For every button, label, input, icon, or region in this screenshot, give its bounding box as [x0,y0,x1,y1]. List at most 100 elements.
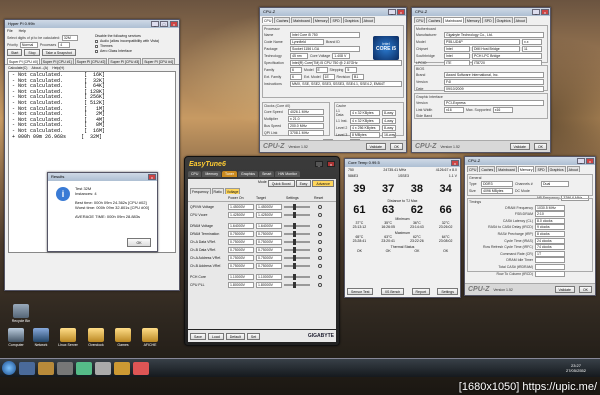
load-button[interactable]: Load [207,332,224,340]
tab-cpu2[interactable]: Super PI [CPU #2] [74,58,108,64]
menu-about[interactable]: About...(A) [31,66,48,70]
close-button[interactable]: x [327,161,335,167]
settings-slider[interactable] [284,204,310,210]
report-button[interactable]: Report [411,288,431,295]
menu-calculate[interactable]: Calculate(C) [8,66,27,70]
title-bar[interactable]: CPU-Z _ x [412,8,550,16]
media-player-icon[interactable] [57,361,73,375]
save-button[interactable]: Save [190,332,206,340]
menu-help[interactable]: Help [19,29,26,33]
target-value[interactable]: 0.75000V [256,247,282,253]
ie-icon[interactable] [19,361,35,375]
title-bar[interactable]: Core Temp 0.99.5 x [345,159,460,167]
settings-slider[interactable] [284,231,310,237]
slider-thumb[interactable] [293,263,296,269]
close-button[interactable]: x [397,9,405,15]
tab-graphics[interactable]: Graphics [547,166,566,172]
slider-thumb[interactable] [293,231,296,237]
minimize-button[interactable]: _ [151,21,159,27]
tab-caches[interactable]: Caches [479,166,496,172]
reset-radio[interactable] [318,283,322,287]
target-value[interactable]: 0.75000V [256,255,282,261]
reset-radio[interactable] [318,205,322,209]
aero-checkbox[interactable] [95,49,98,53]
reset-radio[interactable] [318,256,322,260]
tab-hw-monitor[interactable]: HW Monitor [275,171,300,177]
sensor-test-button[interactable]: Sensor Test [347,288,374,295]
close-button[interactable]: x [541,9,549,15]
coretemp-task-icon[interactable] [133,361,149,375]
settings-slider[interactable] [284,274,310,280]
target-value[interactable]: 1.10000V [256,274,282,280]
reset-radio[interactable] [318,232,322,236]
menu-file[interactable]: File [7,29,13,33]
priority-select[interactable]: Normal [19,42,38,48]
ok-button[interactable]: OK [389,143,403,150]
easytune-window[interactable]: EasyTune6 _ x CPU Memory Tuner Graphics Smart H… [184,156,340,346]
tab-caches[interactable]: Caches [426,17,443,23]
minimize-button[interactable]: _ [388,9,396,15]
tab-smart[interactable]: Smart [259,171,275,177]
reset-radio[interactable] [318,213,322,217]
tab-cpu1[interactable]: Super PI [CPU #1] [40,58,74,64]
tab-cpu[interactable]: CPU [414,17,426,23]
results-dialog[interactable]: Results x i Test 32M Instances: 4 Best ti… [47,172,158,252]
audio-checkbox[interactable] [95,39,98,43]
xs-bench-button[interactable]: XS Bench [380,288,405,295]
tab-memory[interactable]: Memory [464,17,482,23]
coretemp-window[interactable]: Core Temp 0.99.5 x 750 24735.41 MHz 4126.67… [344,158,461,298]
tab-ratio[interactable]: Ratio [211,188,224,194]
tab-spd[interactable]: SPD [482,17,494,23]
target-value[interactable]: 1.45000V [256,204,282,210]
minimize-button[interactable]: _ [315,161,323,167]
stop-button[interactable]: Stop [24,49,40,56]
hyperpi-task-icon[interactable] [76,361,92,375]
target-value[interactable]: 0.75000V [256,263,282,269]
target-value[interactable]: 0.75000V [256,231,282,237]
tab-cpu[interactable]: CPU [262,17,274,23]
settings-slider[interactable] [284,263,310,269]
settings-slider[interactable] [284,212,310,218]
target-value[interactable]: 1.42500V [256,212,282,218]
tab-graphics[interactable]: Graphics [238,171,259,177]
cpuz-task-icon[interactable] [95,361,111,375]
tab-graphics[interactable]: Graphics [342,17,361,23]
explorer-icon[interactable] [38,361,54,375]
tab-caches[interactable]: Caches [274,17,291,23]
target-value[interactable]: 0.75000V [256,239,282,245]
close-button[interactable]: x [451,160,459,166]
default-button[interactable]: Default [225,332,245,340]
quick-boost-button[interactable]: Quick Boost [267,180,295,187]
clock[interactable]: 23:27 27/05/2552 [566,363,600,373]
settings-slider[interactable] [284,247,310,253]
cpuz-cpu-window[interactable]: CPU-Z _ x CPU Caches Mainboard Memory SPD Graph… [259,7,407,153]
tab-voltage[interactable]: Voltage [224,188,241,194]
set-button[interactable]: Set [246,332,261,340]
close-button[interactable]: x [148,174,156,180]
validate-button[interactable]: Validate [509,143,530,150]
slider-thumb[interactable] [293,274,296,280]
slider-thumb[interactable] [293,212,296,218]
slider-thumb[interactable] [293,282,296,288]
title-bar[interactable]: CPU-Z _ x [260,8,406,16]
cpuz-mainboard-window[interactable]: CPU-Z _ x CPU Caches Mainboard Memory SPD Graph… [411,7,551,153]
minimize-button[interactable]: _ [532,9,540,15]
slider-thumb[interactable] [293,239,296,245]
slider-thumb[interactable] [293,223,296,229]
tab-graphics[interactable]: Graphics [494,17,513,23]
slider-thumb[interactable] [293,204,296,210]
minimize-button[interactable]: _ [577,158,585,164]
slider-thumb[interactable] [293,255,296,261]
themes-checkbox[interactable] [95,44,98,48]
start-button[interactable]: Start [7,49,23,56]
target-value[interactable]: 1.80000V [256,282,282,288]
tab-about[interactable]: About [566,166,580,172]
start-button[interactable] [2,361,16,375]
tab-mainboard[interactable]: Mainboard [291,17,312,23]
recycle-bin-icon[interactable]: Recycle Bin [1,304,41,323]
advance-mode-button[interactable]: Advance [312,180,334,187]
close-button[interactable]: x [170,21,178,27]
processes-select[interactable]: 4 [58,42,71,48]
snapshot-button[interactable]: Take a Snapshot [41,49,76,56]
tab-cpu4[interactable]: Super PI [CPU #4] [142,58,175,64]
